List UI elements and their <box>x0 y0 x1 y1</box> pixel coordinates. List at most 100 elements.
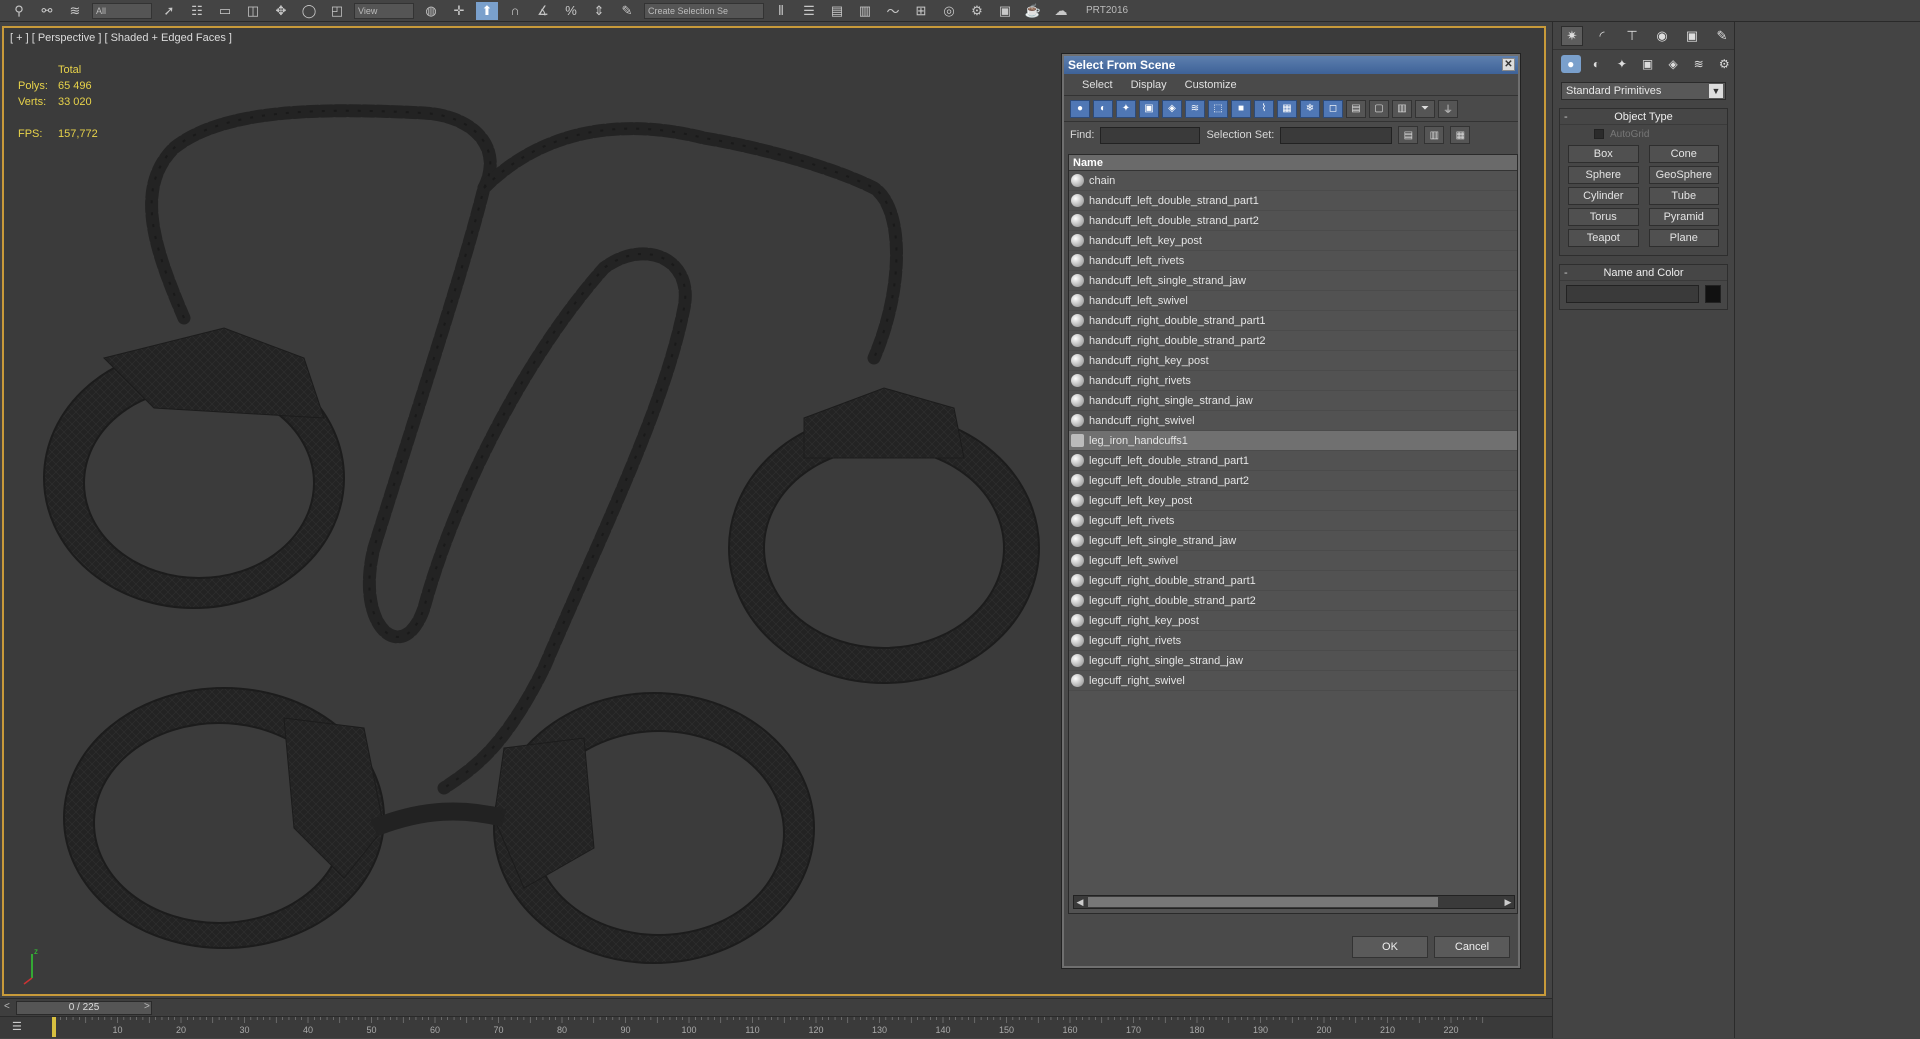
list-item[interactable]: handcuff_right_key_post <box>1069 351 1517 371</box>
hierarchy-tab-icon[interactable]: ⊤ <box>1621 26 1643 46</box>
display-lights-icon[interactable]: ✦ <box>1116 99 1136 118</box>
move-icon[interactable]: ✥ <box>270 2 292 20</box>
edit-named-selection-icon[interactable]: ✎ <box>616 2 638 20</box>
filter-icon[interactable]: ⏷ <box>1415 99 1435 118</box>
geometry-icon[interactable]: ● <box>1561 55 1581 73</box>
spinner-snap-icon[interactable]: ⇕ <box>588 2 610 20</box>
snaps-toggle-icon[interactable]: ∩ <box>504 2 526 20</box>
object-type-header[interactable]: - Object Type <box>1560 109 1727 125</box>
graphite-ribbon-icon[interactable]: ▥ <box>854 2 876 20</box>
motion-tab-icon[interactable]: ◉ <box>1651 26 1673 46</box>
time-slider[interactable]: 0 / 225 <box>16 1001 152 1015</box>
spacewarps-icon[interactable]: ≋ <box>1689 55 1709 73</box>
display-cameras-icon[interactable]: ▣ <box>1139 99 1159 118</box>
modify-tab-icon[interactable]: ◜ <box>1591 26 1613 46</box>
link-icon[interactable]: ⚲ <box>8 2 30 20</box>
name-column-header[interactable]: Name <box>1069 155 1517 171</box>
cancel-button[interactable]: Cancel <box>1434 936 1510 958</box>
selection-set-dropdown[interactable] <box>1280 126 1393 144</box>
align-icon[interactable]: ☰ <box>798 2 820 20</box>
ok-button[interactable]: OK <box>1352 936 1428 958</box>
list-item[interactable]: legcuff_right_single_strand_jaw <box>1069 651 1517 671</box>
list-item[interactable]: legcuff_left_rivets <box>1069 511 1517 531</box>
lights-icon[interactable]: ✦ <box>1612 55 1632 73</box>
scroll-thumb[interactable] <box>1088 897 1438 907</box>
list-item[interactable]: legcuff_left_single_strand_jaw <box>1069 531 1517 551</box>
list-item[interactable]: leg_iron_handcuffs1 <box>1069 431 1517 451</box>
list-item[interactable]: handcuff_left_swivel <box>1069 291 1517 311</box>
box-button[interactable]: Box <box>1568 145 1639 163</box>
display-hidden-icon[interactable]: ◻ <box>1323 99 1343 118</box>
display-geometry-icon[interactable]: ● <box>1070 99 1090 118</box>
list-item[interactable]: legcuff_right_swivel <box>1069 671 1517 691</box>
unlink-icon[interactable]: ⚯ <box>36 2 58 20</box>
schematic-view-icon[interactable]: ⊞ <box>910 2 932 20</box>
display-frozen-icon[interactable]: ❄ <box>1300 99 1320 118</box>
track-bar[interactable]: ☰ 10 20 30 40 50 60 70 80 90 100 110 120 130 140 150 16… <box>0 1016 1552 1038</box>
list-item[interactable]: handcuff_right_double_strand_part2 <box>1069 331 1517 351</box>
torus-button[interactable]: Torus <box>1568 208 1639 226</box>
list-item[interactable]: handcuff_left_key_post <box>1069 231 1517 251</box>
list-item[interactable]: legcuff_right_rivets <box>1069 631 1517 651</box>
select-manipulate-icon[interactable]: ✛ <box>448 2 470 20</box>
display-groups-icon[interactable]: ⬚ <box>1208 99 1228 118</box>
keyboard-shortcut-toggle-icon[interactable]: ⬆ <box>476 1 498 20</box>
list-item[interactable]: handcuff_left_double_strand_part1 <box>1069 191 1517 211</box>
menu-select[interactable]: Select <box>1082 79 1113 91</box>
list-item[interactable]: handcuff_left_double_strand_part2 <box>1069 211 1517 231</box>
object-name-input[interactable] <box>1566 285 1699 303</box>
utilities-tab-icon[interactable]: ✎ <box>1711 26 1733 46</box>
list-item[interactable]: handcuff_left_rivets <box>1069 251 1517 271</box>
list-item[interactable]: legcuff_right_double_strand_part2 <box>1069 591 1517 611</box>
teapot-button[interactable]: Teapot <box>1568 229 1639 247</box>
render-production-icon[interactable]: ☕ <box>1022 2 1044 20</box>
create-tab-icon[interactable]: ✷ <box>1561 25 1583 46</box>
name-and-color-header[interactable]: - Name and Color <box>1560 265 1727 281</box>
edit-selection-set-icon[interactable]: ▥ <box>1424 126 1445 144</box>
close-icon[interactable]: ✕ <box>1502 58 1515 71</box>
menu-customize[interactable]: Customize <box>1185 79 1237 91</box>
reference-coordinate-dropdown[interactable]: View <box>354 2 414 19</box>
display-spacewarps-icon[interactable]: ≋ <box>1185 99 1205 118</box>
render-setup-icon[interactable]: ⚙ <box>966 2 988 20</box>
systems-icon[interactable]: ⚙ <box>1714 55 1734 73</box>
rendered-frame-icon[interactable]: ▣ <box>994 2 1016 20</box>
autogrid-checkbox[interactable] <box>1594 129 1604 139</box>
select-by-name-icon[interactable]: ☷ <box>186 2 208 20</box>
display-xrefs-icon[interactable]: ■ <box>1231 99 1251 118</box>
display-bones-icon[interactable]: ⌇ <box>1254 99 1274 118</box>
display-containers-icon[interactable]: ▦ <box>1277 99 1297 118</box>
mirror-icon[interactable]: ⫴ <box>770 2 792 20</box>
selection-filter-dropdown[interactable]: All <box>92 2 152 19</box>
rotate-icon[interactable]: ◯ <box>298 2 320 20</box>
window-crossing-icon[interactable]: ◫ <box>242 2 264 20</box>
curve-editor-icon[interactable]: 〜 <box>882 2 904 20</box>
next-frame-icon[interactable]: > <box>144 1001 150 1012</box>
bind-spacewarp-icon[interactable]: ≋ <box>64 2 86 20</box>
display-helpers-icon[interactable]: ◈ <box>1162 99 1182 118</box>
list-item[interactable]: handcuff_left_single_strand_jaw <box>1069 271 1517 291</box>
rect-selection-icon[interactable]: ▭ <box>214 2 236 20</box>
pivot-center-icon[interactable]: ◍ <box>420 2 442 20</box>
scroll-right-icon[interactable]: ▶ <box>1502 896 1514 908</box>
select-object-icon[interactable]: ➚ <box>158 2 180 20</box>
viewport-label[interactable]: [ + ] [ Perspective ] [ Shaded + Edged F… <box>10 32 232 44</box>
tube-button[interactable]: Tube <box>1648 187 1719 205</box>
object-list[interactable]: Name chain handcuff_left_double_strand_pa… <box>1068 154 1518 914</box>
list-item[interactable]: legcuff_left_double_strand_part2 <box>1069 471 1517 491</box>
named-selection-dropdown[interactable]: Create Selection Se <box>644 2 764 19</box>
list-item[interactable]: handcuff_right_double_strand_part1 <box>1069 311 1517 331</box>
list-item[interactable]: handcuff_right_rivets <box>1069 371 1517 391</box>
geosphere-button[interactable]: GeoSphere <box>1648 166 1719 184</box>
menu-display[interactable]: Display <box>1131 79 1167 91</box>
render-iterative-icon[interactable]: ☁ <box>1050 2 1072 20</box>
plane-button[interactable]: Plane <box>1648 229 1719 247</box>
cameras-icon[interactable]: ▣ <box>1638 55 1658 73</box>
list-item[interactable]: legcuff_left_double_strand_part1 <box>1069 451 1517 471</box>
select-all-icon[interactable]: ▤ <box>1346 99 1366 118</box>
horizontal-scrollbar[interactable]: ◀ ▶ <box>1073 895 1515 909</box>
list-item[interactable]: handcuff_right_swivel <box>1069 411 1517 431</box>
dialog-title-bar[interactable]: Select From Scene ✕ <box>1064 56 1518 74</box>
scale-icon[interactable]: ◰ <box>326 2 348 20</box>
primitive-type-dropdown[interactable]: Standard Primitives ▼ <box>1561 82 1726 100</box>
